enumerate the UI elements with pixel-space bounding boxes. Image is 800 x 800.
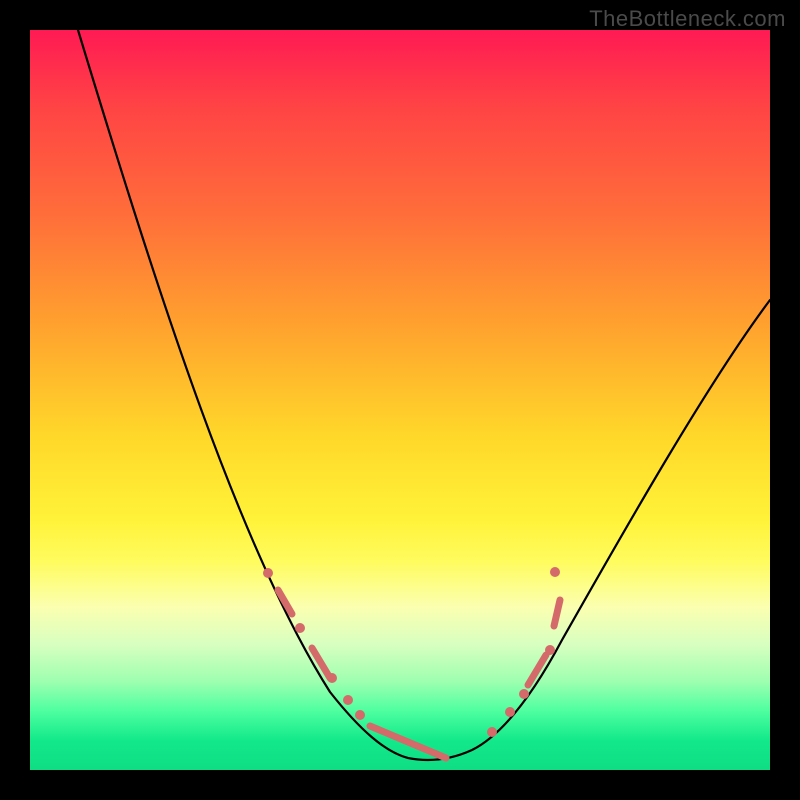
marker-dot-8 — [545, 645, 555, 655]
marker-dot-5 — [487, 727, 497, 737]
watermark-text: TheBottleneck.com — [589, 6, 786, 32]
marker-seg-4 — [554, 600, 560, 626]
marker-dot-4 — [355, 710, 365, 720]
marker-dot-1 — [295, 623, 305, 633]
marker-dot-0 — [263, 568, 273, 578]
bottleneck-curve — [78, 30, 770, 760]
curve-svg — [30, 30, 770, 770]
marker-dot-2 — [327, 673, 337, 683]
marker-dot-9 — [550, 567, 560, 577]
chart-stage: TheBottleneck.com — [0, 0, 800, 800]
plot-area — [30, 30, 770, 770]
marker-dot-7 — [519, 689, 529, 699]
marker-seg-2 — [370, 726, 446, 758]
marker-seg-1 — [312, 648, 330, 678]
marker-seg-3 — [528, 655, 546, 685]
marker-dot-3 — [343, 695, 353, 705]
marker-dot-6 — [505, 707, 515, 717]
